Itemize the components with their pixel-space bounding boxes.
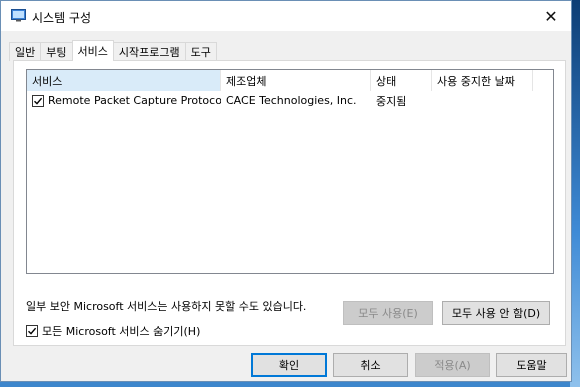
list-header: 서비스 제조업체 상태 사용 중지한 날짜 (27, 70, 553, 91)
enable-all-button[interactable]: 모두 사용(E) (343, 301, 433, 325)
security-services-note: 일부 보안 Microsoft 서비스는 사용하지 못할 수도 있습니다. (26, 300, 307, 313)
window-title: 시스템 구성 (32, 11, 92, 25)
tab-strip: 일반 부팅 서비스 시작프로그램 도구 (9, 40, 217, 61)
service-cell: Remote Packet Capture Protocol v.... (27, 91, 221, 110)
system-configuration-window: 시스템 구성 ✕ 일반 부팅 서비스 시작프로그램 도구 서비스 제조업체 상태… (0, 0, 572, 382)
checkmark-icon (34, 97, 43, 105)
services-list[interactable]: 서비스 제조업체 상태 사용 중지한 날짜 Remote Packet Capt… (26, 69, 554, 274)
tab-label: 서비스 (77, 45, 108, 58)
table-row[interactable]: Remote Packet Capture Protocol v.... CAC… (27, 91, 553, 110)
service-name: Remote Packet Capture Protocol v.... (48, 94, 221, 107)
manufacturer-cell: CACE Technologies, Inc. (226, 94, 357, 107)
tab-label: 시작프로그램 (118, 46, 180, 59)
date-disabled-cell (432, 91, 533, 110)
hide-microsoft-services-checkbox[interactable] (26, 325, 38, 337)
column-header-manufacturer[interactable]: 제조업체 (221, 70, 371, 91)
column-header-service[interactable]: 서비스 (27, 70, 221, 91)
apply-button[interactable]: 적용(A) (415, 353, 490, 377)
column-header-status[interactable]: 상태 (371, 70, 432, 91)
help-button[interactable]: 도움말 (496, 353, 567, 377)
hide-microsoft-services-label: 모든 Microsoft 서비스 숨기기(H) (42, 325, 201, 338)
tab-tools[interactable]: 도구 (184, 42, 217, 61)
disable-all-button[interactable]: 모두 사용 안 함(D) (442, 301, 550, 325)
cancel-button[interactable]: 취소 (333, 353, 408, 377)
ok-button[interactable]: 확인 (251, 353, 327, 377)
msconfig-app-icon (11, 9, 26, 22)
tab-general[interactable]: 일반 (9, 42, 42, 61)
service-checkbox[interactable] (32, 94, 44, 107)
tab-services[interactable]: 서비스 (71, 40, 114, 61)
tab-startup[interactable]: 시작프로그램 (112, 42, 186, 61)
tab-boot[interactable]: 부팅 (40, 42, 73, 61)
column-header-date-disabled[interactable]: 사용 중지한 날짜 (432, 70, 533, 91)
tab-label: 일반 (15, 46, 36, 59)
tab-label: 부팅 (46, 46, 67, 59)
checkmark-icon (28, 327, 37, 335)
title-bar: 시스템 구성 ✕ (1, 1, 571, 31)
hide-microsoft-services-option[interactable]: 모든 Microsoft 서비스 숨기기(H) (26, 323, 200, 339)
close-button[interactable]: ✕ (531, 1, 571, 31)
services-tab-panel: 서비스 제조업체 상태 사용 중지한 날짜 Remote Packet Capt… (13, 60, 566, 346)
close-icon: ✕ (544, 6, 558, 26)
status-cell: 중지됨 (376, 94, 407, 108)
tab-label: 도구 (190, 46, 211, 59)
